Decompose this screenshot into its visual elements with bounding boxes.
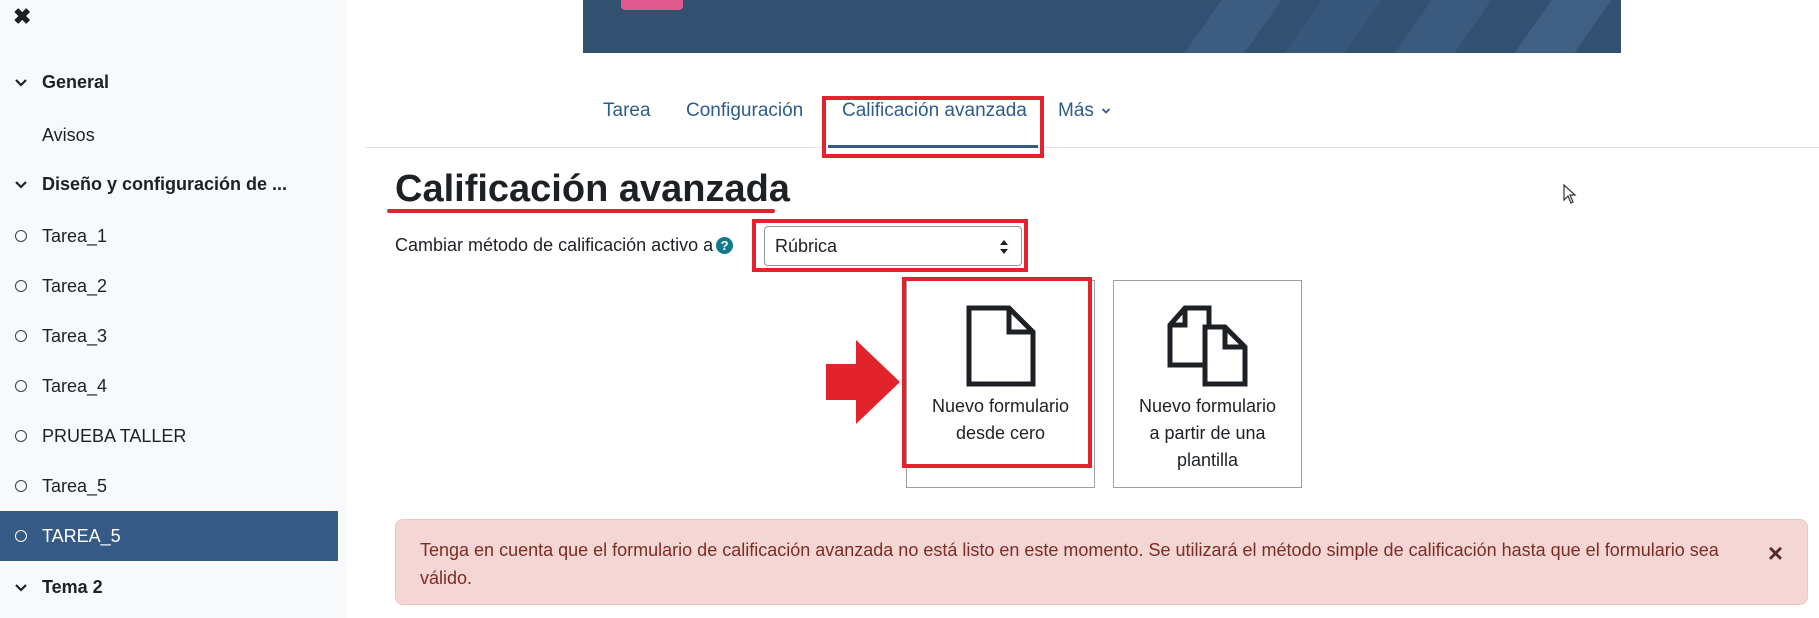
tab-configuracion[interactable]: Configuración [686,100,803,122]
sidebar-item-tarea-5-active[interactable]: TAREA_5 [0,511,338,561]
sidebar-item-tarea-3[interactable]: Tarea_3 [0,311,338,361]
sidebar-item-label: PRUEBA TALLER [42,425,187,446]
course-header-banner [583,0,1621,53]
sidebar-item-label: Tarea_2 [42,275,108,296]
card-label-line: Nuevo formulario [1138,396,1277,416]
chevron-down-icon [15,583,27,592]
card-label: Nuevo formulario a partir de una plantil… [1114,393,1301,474]
sidebar-item-tarea-4[interactable]: Tarea_4 [0,361,338,411]
section-label: Diseño y configuración de ... [42,174,288,194]
section-general[interactable]: General [14,72,109,93]
sidebar-item-label: TAREA_5 [42,525,121,546]
circle-icon [15,430,27,442]
sidebar-item-prueba-taller[interactable]: PRUEBA TALLER [0,411,338,461]
section-design[interactable]: Diseño y configuración de ... [14,174,287,195]
card-label-line: plantilla [1176,450,1239,470]
alert-message: Tenga en cuenta que el formulario de cal… [420,540,1719,588]
sidebar-item-tarea-1[interactable]: Tarea_1 [0,211,338,261]
banner-stripe [1394,0,1492,53]
mouse-cursor-icon [1563,184,1577,204]
alert-close-button[interactable]: × [1768,538,1783,569]
sidebar-item-label: Tarea_4 [42,375,108,396]
highlight-box-select [752,219,1028,272]
sidebar-item-label: Tarea_3 [42,325,108,346]
page-title: Calificación avanzada [395,168,790,210]
circle-icon [15,380,27,392]
sidebar-item-label: Tarea_1 [42,225,108,246]
section-tema-2[interactable]: Tema 2 [14,577,103,598]
sidebar-item-tarea-5[interactable]: Tarea_5 [0,461,338,511]
sidebar-item-avisos[interactable]: Avisos [42,125,95,146]
secondary-navigation: Tarea Configuración Calificación avanzad… [365,96,1819,148]
method-label-text: Cambiar método de calificación activo a [395,235,714,255]
method-label: Cambiar método de calificación activo a … [395,235,734,256]
banner-stripe [1284,0,1382,53]
banner-stripe [1514,0,1612,53]
tab-mas-label: Más [1058,100,1094,121]
circle-icon [15,480,27,492]
help-icon[interactable]: ? [716,237,734,254]
card-label-line: a partir de una [1149,423,1266,443]
chevron-down-icon [15,180,27,189]
close-drawer-icon[interactable]: ✖ [13,4,31,30]
chevron-down-icon [15,78,27,87]
sidebar-item-tarea-2[interactable]: Tarea_2 [0,261,338,311]
new-form-from-template-card[interactable]: Nuevo formulario a partir de una plantil… [1113,280,1302,488]
course-index-drawer: ✖ General Avisos Diseño y configuración … [0,0,346,618]
copy-document-icon [1167,305,1247,387]
red-arrow-annotation [826,340,900,424]
title-annotation-underline [387,209,775,213]
highlight-box-card [902,277,1092,468]
highlight-box-tab [822,96,1044,158]
circle-icon [15,530,27,542]
banner-accent [621,0,683,10]
tab-tarea[interactable]: Tarea [603,100,651,122]
circle-icon [15,330,27,342]
tab-mas[interactable]: Más [1058,100,1111,122]
warning-alert: Tenga en cuenta que el formulario de cal… [395,519,1808,605]
chevron-down-icon [1102,108,1111,114]
circle-icon [15,280,27,292]
banner-stripe [1184,0,1282,53]
sidebar-item-label: Tarea_5 [42,475,108,496]
section-label: General [42,72,110,92]
section-label: Tema 2 [42,577,103,597]
circle-icon [15,230,27,242]
